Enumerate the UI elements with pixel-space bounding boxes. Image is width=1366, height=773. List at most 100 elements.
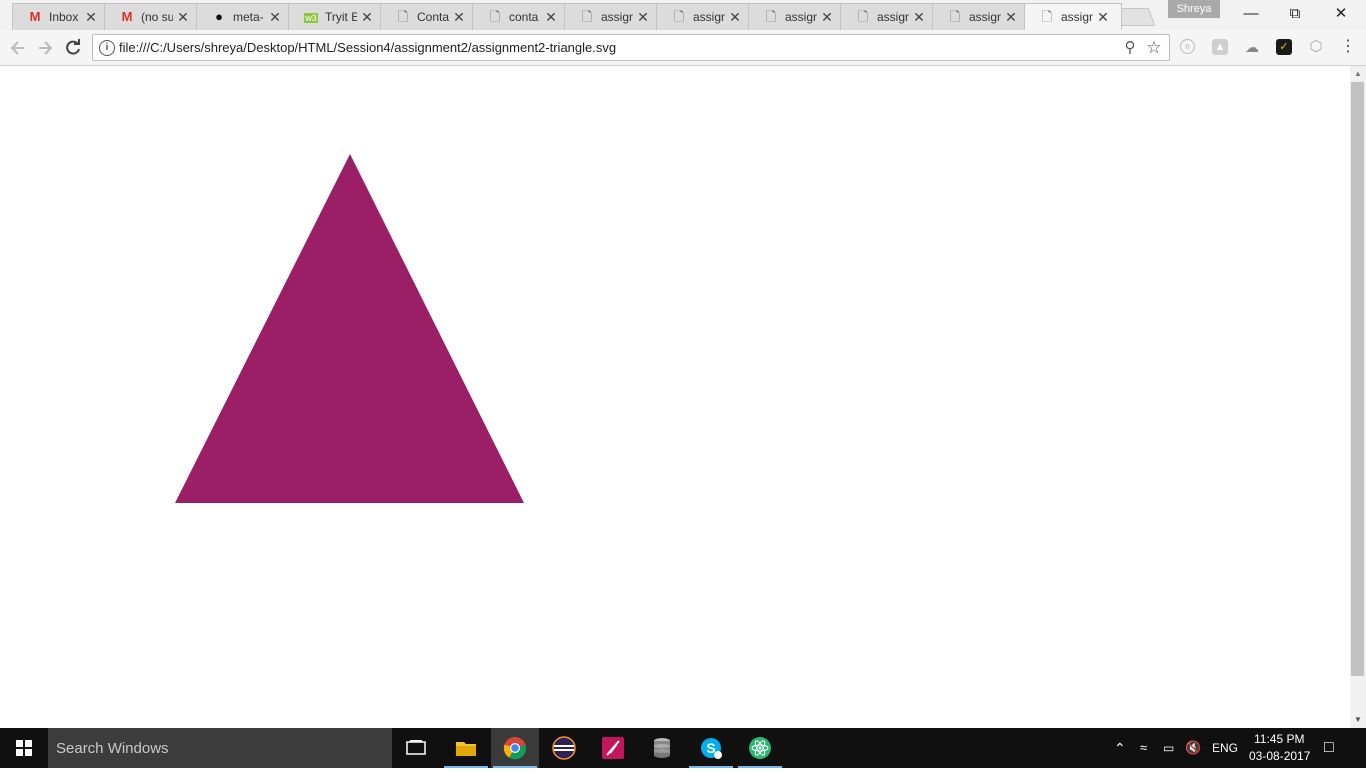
gmail-icon: M <box>29 9 41 24</box>
forward-button[interactable] <box>35 38 55 58</box>
tab-close-icon[interactable]: ✕ <box>1095 9 1111 25</box>
forward-arrow-icon <box>39 41 53 55</box>
tab-close-icon[interactable]: ✕ <box>727 9 743 25</box>
tab-title: (no su <box>141 10 173 24</box>
scroll-down-arrow-icon[interactable]: ▼ <box>1350 714 1366 726</box>
close-window-button[interactable]: ✕ <box>1318 0 1364 28</box>
tab-title: Tryit E <box>325 10 357 24</box>
language-indicator[interactable]: ENG <box>1212 738 1238 758</box>
tab-2[interactable]: M (no su ✕ <box>104 3 202 30</box>
extension-check-icon[interactable]: ✓ <box>1276 39 1292 55</box>
github-icon: ● <box>215 9 223 24</box>
chrome-icon <box>503 737 527 760</box>
browser-window: M Inbox ✕ M (no su ✕ ● meta- ✕ w3 Tryit E ✕ 🗋 Conta ✕ 🗋… <box>0 0 1366 768</box>
tab-11[interactable]: 🗋 assign ✕ <box>932 3 1030 30</box>
atom-icon <box>749 737 771 759</box>
triangle-shape <box>175 154 524 503</box>
show-hidden-icons-chevron-icon[interactable]: ⌃ <box>1114 738 1126 758</box>
wifi-icon[interactable]: ≈ <box>1140 738 1147 758</box>
scroll-thumb[interactable] <box>1351 82 1364 676</box>
tab-title: assign <box>601 10 633 24</box>
clock-time[interactable]: 11:45 PM <box>1254 732 1304 746</box>
tab-12[interactable]: 🗋 assign ✕ <box>1024 3 1122 30</box>
page-icon: 🗋 <box>857 9 869 24</box>
vertical-scrollbar[interactable]: ▲ ▼ <box>1350 66 1366 728</box>
tab-8[interactable]: 🗋 assign ✕ <box>656 3 754 30</box>
windows-taskbar: Search Windows S ⌃ ≈ ▭ 🔇 ENG 11:45 PM 03… <box>0 728 1366 768</box>
scroll-up-arrow-icon[interactable]: ▲ <box>1350 68 1366 80</box>
eclipse-icon <box>552 736 576 760</box>
address-bar[interactable]: i file:///C:/Users/shreya/Desktop/HTML/S… <box>92 34 1170 61</box>
windows-logo-icon <box>16 740 32 756</box>
skype-taskbar-button[interactable]: S <box>687 728 735 768</box>
page-icon: 🗋 <box>949 9 961 24</box>
tab-title: Inbox <box>49 10 79 24</box>
action-center-icon[interactable]: □ <box>1324 738 1334 758</box>
restore-button[interactable]: ⧉ <box>1272 0 1318 28</box>
tab-title: assign <box>785 10 817 24</box>
reload-button[interactable] <box>63 38 83 58</box>
tab-5[interactable]: 🗋 Conta ✕ <box>380 3 478 30</box>
atom-taskbar-button[interactable] <box>736 728 784 768</box>
eclipse-taskbar-button[interactable] <box>540 728 588 768</box>
tab-6[interactable]: 🗋 conta ✕ <box>472 3 570 30</box>
tab-title: conta <box>509 10 539 24</box>
tab-title: assign <box>877 10 909 24</box>
menu-icon[interactable]: ⋮ <box>1340 39 1356 55</box>
editor-taskbar-button[interactable] <box>589 728 637 768</box>
search-placeholder: Search Windows <box>56 740 169 757</box>
info-icon[interactable]: i <box>99 40 115 56</box>
tab-1[interactable]: M Inbox ✕ <box>12 3 110 30</box>
database-taskbar-button[interactable] <box>638 728 686 768</box>
browser-toolbar: i file:///C:/Users/shreya/Desktop/HTML/S… <box>0 30 1366 66</box>
tab-close-icon[interactable]: ✕ <box>819 9 835 25</box>
battery-icon[interactable]: ▭ <box>1163 738 1174 758</box>
tab-strip: M Inbox ✕ M (no su ✕ ● meta- ✕ w3 Tryit E ✕ 🗋 Conta ✕ 🗋… <box>0 0 1366 30</box>
back-arrow-icon <box>10 41 24 55</box>
page-content <box>0 66 1350 728</box>
tab-close-icon[interactable]: ✕ <box>451 9 467 25</box>
profile-badge[interactable]: Shreya <box>1168 0 1220 18</box>
extension-cube-icon[interactable]: ⬡ <box>1308 39 1324 55</box>
chrome-taskbar-button[interactable] <box>491 728 539 768</box>
feather-app-icon <box>602 737 624 759</box>
tab-close-icon[interactable]: ✕ <box>359 9 375 25</box>
zoom-icon[interactable]: ⚲ <box>1121 39 1139 57</box>
page-icon: 🗋 <box>397 9 409 24</box>
tab-4[interactable]: w3 Tryit E ✕ <box>288 3 386 30</box>
tab-10[interactable]: 🗋 assign ✕ <box>840 3 938 30</box>
tab-9[interactable]: 🗋 assign ✕ <box>748 3 846 30</box>
page-icon: 🗋 <box>765 9 777 24</box>
task-view-icon <box>406 740 426 755</box>
tab-close-icon[interactable]: ✕ <box>1003 9 1019 25</box>
minimize-button[interactable]: — <box>1228 0 1274 28</box>
file-explorer-button[interactable] <box>442 728 490 768</box>
clock-date[interactable]: 03-08-2017 <box>1249 749 1310 763</box>
gmail-icon: M <box>121 9 133 24</box>
extension-cloud-icon[interactable]: ☁ <box>1244 39 1260 55</box>
back-button[interactable] <box>8 38 28 58</box>
tab-close-icon[interactable]: ✕ <box>543 9 559 25</box>
search-box[interactable]: Search Windows <box>48 728 392 768</box>
bookmark-star-icon[interactable]: ☆ <box>1145 39 1163 57</box>
tab-close-icon[interactable]: ✕ <box>267 9 283 25</box>
tab-close-icon[interactable]: ✕ <box>911 9 927 25</box>
pdf-extension-icon[interactable]: ▲ <box>1212 39 1228 55</box>
tab-title: assign <box>1061 10 1093 24</box>
tab-close-icon[interactable]: ✕ <box>175 9 191 25</box>
url-text[interactable]: file:///C:/Users/shreya/Desktop/HTML/Ses… <box>119 40 616 55</box>
tab-3[interactable]: ● meta- ✕ <box>196 3 294 30</box>
volume-muted-icon[interactable]: 🔇 <box>1185 738 1201 758</box>
tab-close-icon[interactable]: ✕ <box>635 9 651 25</box>
page-icon: 🗋 <box>1041 9 1053 24</box>
reload-icon <box>66 39 80 55</box>
folder-icon <box>456 742 476 756</box>
start-button[interactable] <box>0 728 48 768</box>
tab-7[interactable]: 🗋 assign ✕ <box>564 3 662 30</box>
task-view-button[interactable] <box>392 728 440 768</box>
tab-close-icon[interactable]: ✕ <box>83 9 99 25</box>
page-icon: 🗋 <box>581 9 593 24</box>
page-icon: 🗋 <box>673 9 685 24</box>
extension-circle-icon[interactable]: n <box>1180 39 1195 54</box>
tab-title: Conta <box>417 10 449 24</box>
